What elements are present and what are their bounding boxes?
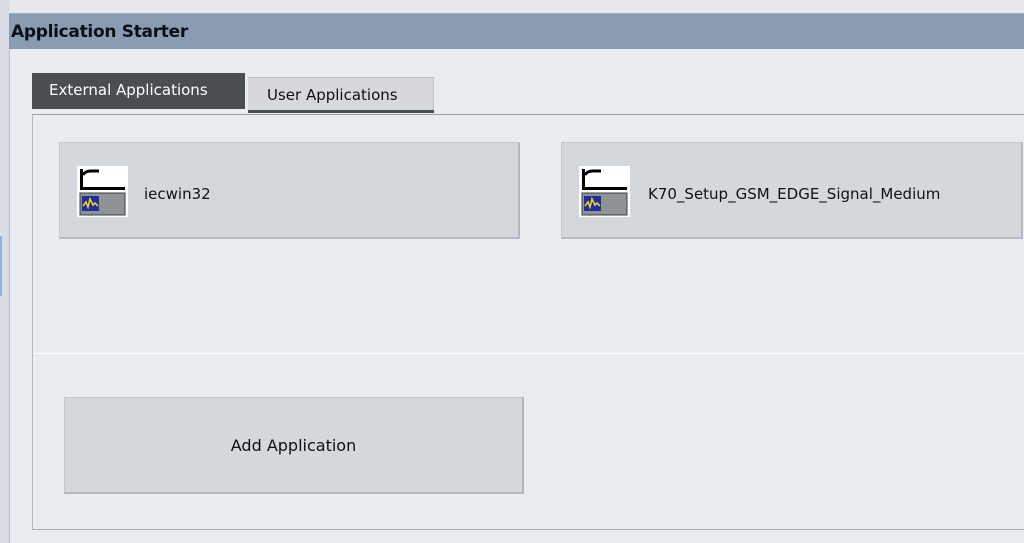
app-button-iecwin32[interactable]: iecwin32 xyxy=(59,142,520,239)
app-label-iecwin32: iecwin32 xyxy=(144,185,211,203)
instrument-app-icon xyxy=(579,166,630,217)
add-application-label: Add Application xyxy=(230,436,357,455)
app-button-k70-setup[interactable]: K70_Setup_GSM_EDGE_Signal_Medium xyxy=(561,142,1023,239)
left-edge-strip xyxy=(0,0,9,543)
add-application-button[interactable]: Add Application xyxy=(64,397,524,494)
title-bar: Application Starter xyxy=(9,13,1024,50)
tab-external-applications[interactable]: External Applications xyxy=(32,73,245,109)
tab-user-applications[interactable]: User Applications xyxy=(248,77,434,113)
instrument-app-icon xyxy=(77,166,128,217)
panel-divider xyxy=(34,353,1024,354)
window-title: Application Starter xyxy=(11,22,188,42)
app-label-k70-setup: K70_Setup_GSM_EDGE_Signal_Medium xyxy=(648,185,941,203)
left-edge-accent xyxy=(0,236,2,296)
